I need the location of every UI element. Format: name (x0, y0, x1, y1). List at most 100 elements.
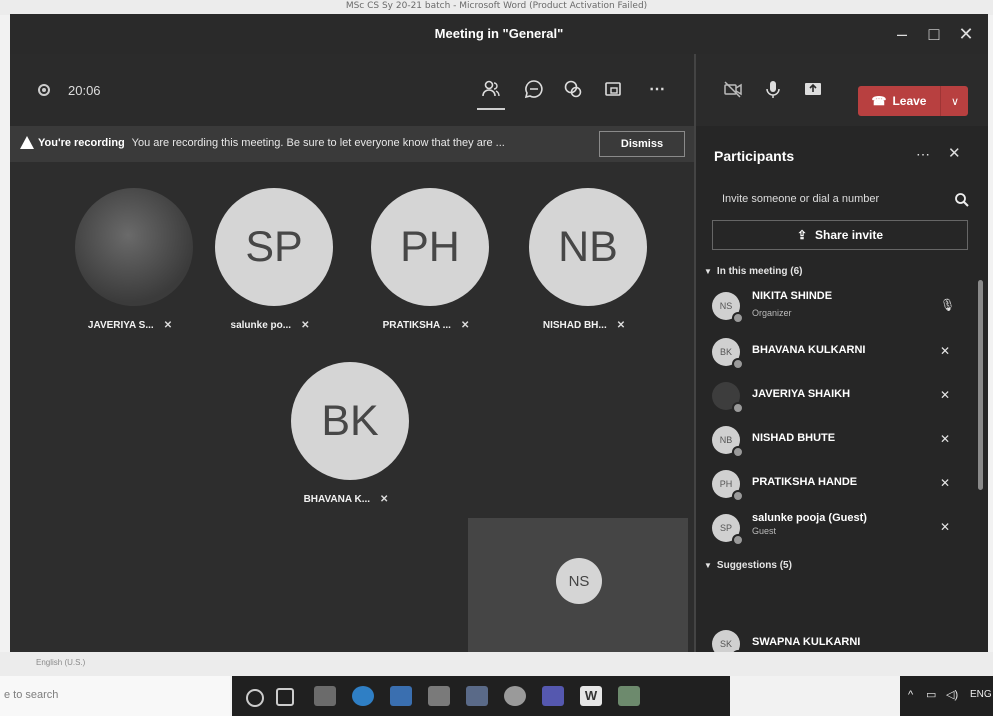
suggestions-header-text: Suggestions (5) (716, 560, 792, 571)
participant-tile[interactable]: BK BHAVANA K... ✕ (266, 346, 416, 505)
task-view-icon[interactable] (276, 688, 294, 706)
minimize-button[interactable]: – (886, 20, 918, 48)
share-tray-icon (805, 83, 821, 95)
tray-icons: ^ ▭ ◁) ENG (900, 676, 993, 716)
teams-icon[interactable] (542, 686, 564, 706)
participant-tile-name: BHAVANA K... ✕ (266, 494, 426, 505)
participant-row[interactable]: PH PRATIKSHA HANDE ✕ (712, 462, 972, 506)
dismiss-button[interactable]: Dismiss (599, 131, 685, 157)
participant-row[interactable]: NB NISHAD BHUTE ✕ (712, 418, 972, 462)
word-status-bar: English (U.S.) (0, 652, 993, 676)
participant-avatar: SK (712, 630, 740, 652)
in-meeting-header-text: In this meeting (6) (716, 266, 803, 277)
search-icon[interactable] (954, 192, 970, 208)
suggestion-row[interactable]: SK SWAPNA KULKARNI (712, 622, 972, 652)
participant-avatar: BK (291, 362, 409, 480)
share-invite-button[interactable]: ⇪ Share invite (712, 220, 968, 250)
presence-icon (732, 358, 744, 370)
leave-options-button[interactable]: ∨ (940, 86, 969, 116)
participant-name: PRATIKSHA HANDE (752, 476, 858, 488)
reactions-button[interactable] (556, 72, 590, 106)
collapse-chevron-icon: ▼ (704, 267, 712, 276)
windows-taskbar: e to search W ^ ▭ ◁) ENG (0, 676, 993, 716)
participant-row[interactable]: SP salunke pooja (Guest) Guest ✕ (712, 506, 972, 550)
participant-row[interactable]: JAVERIYA SHAIKH ✕ (712, 374, 972, 418)
close-panel-button[interactable]: ✕ (948, 144, 961, 162)
people-icon (482, 80, 500, 97)
edge-icon[interactable] (352, 686, 374, 706)
presence-icon (732, 446, 744, 458)
mic-off-icon: ✕ (616, 320, 626, 331)
language-indicator[interactable]: English (U.S.) (36, 658, 85, 667)
chevron-up-icon[interactable]: ^ (908, 689, 913, 701)
invite-input[interactable] (712, 184, 968, 214)
participant-tile[interactable]: NB NISHAD BH... ✕ (504, 172, 654, 331)
participants-panel-title: Participants (714, 148, 795, 164)
show-participants-button[interactable] (474, 72, 508, 106)
participant-row[interactable]: BK BHAVANA KULKARNI ✕ (712, 330, 972, 374)
hang-up-icon: ☎ (871, 94, 887, 108)
presence-icon (732, 490, 744, 502)
show-chat-button[interactable] (517, 72, 551, 106)
chat-icon (524, 80, 543, 99)
leave-button[interactable]: ☎ Leave (858, 86, 940, 116)
mic-off-icon: ✕ (940, 344, 951, 358)
participant-name: SWAPNA KULKARNI (752, 636, 861, 648)
chevron-down-icon: ∨ (950, 95, 960, 108)
self-avatar: NS (556, 558, 602, 604)
participant-row[interactable]: NS NIKITA SHINDE Organizer 🎙 (712, 284, 972, 328)
panel-more-options-button[interactable]: ⋯ (916, 146, 930, 163)
app-icon[interactable] (314, 686, 336, 706)
recording-banner: You're recording You are recording this … (10, 126, 694, 162)
camera-toggle-button[interactable] (716, 72, 750, 106)
in-meeting-section-header[interactable]: ▼ In this meeting (6) (704, 266, 802, 277)
mic-off-icon: ✕ (380, 494, 389, 505)
input-language[interactable]: ENG (970, 689, 992, 700)
volume-icon[interactable]: ◁) (946, 688, 958, 701)
word-icon[interactable]: W (580, 686, 602, 706)
participant-tile[interactable]: JAVERIYA S... ✕ (50, 172, 200, 331)
participant-avatar: NB (529, 188, 647, 306)
microphone-icon (766, 81, 780, 98)
network-icon[interactable]: ▭ (926, 688, 936, 701)
participant-name: salunke pooja (Guest) (752, 512, 867, 524)
participant-tile-name: NISHAD BH... ✕ (504, 320, 664, 331)
mail-icon[interactable] (466, 686, 488, 706)
warning-icon (20, 136, 34, 149)
store-icon[interactable] (428, 686, 450, 706)
mic-off-icon: ✕ (163, 320, 173, 331)
participant-tile-name: salunke po... ✕ (190, 320, 350, 331)
participant-tile[interactable]: PH PRATIKSHA ... ✕ (346, 172, 496, 331)
more-actions-button[interactable]: ⋯ (640, 72, 674, 106)
chrome-icon[interactable] (504, 686, 526, 706)
leave-label: Leave (892, 94, 927, 108)
taskbar-search[interactable]: e to search (0, 676, 230, 716)
meeting-title-bar: Meeting in "General" – □ ✕ (10, 14, 988, 54)
share-content-button[interactable] (796, 72, 830, 106)
leave-meeting-group: ☎ Leave ∨ (858, 86, 968, 116)
microphone-toggle-button[interactable] (756, 72, 790, 106)
participant-tile[interactable]: SP salunke po... ✕ (190, 172, 340, 331)
participant-name: NISHAD BHUTE (752, 432, 836, 444)
presence-icon (732, 534, 744, 546)
camera-off-icon (724, 81, 742, 98)
participants-panel: Participants ⋯ ✕ ⇪ Share invite ▼ In this… (696, 126, 988, 652)
cortana-icon[interactable] (246, 689, 264, 707)
self-view-tile[interactable]: NS (468, 518, 688, 652)
mic-off-icon: ✕ (940, 388, 951, 402)
close-window-button[interactable]: ✕ (950, 20, 982, 48)
mic-off-icon: ✕ (940, 432, 951, 446)
participant-name: NIKITA SHINDE (752, 290, 833, 302)
meeting-controls-bar: 20:06 ⋯ ☎ Leave ∨ (10, 54, 988, 126)
participant-name: BHAVANA KULKARNI (752, 344, 866, 356)
app-icon[interactable] (390, 686, 412, 706)
recording-indicator-icon (38, 84, 50, 96)
maximize-button[interactable]: □ (918, 20, 950, 48)
share-invite-label: Share invite (815, 228, 884, 242)
suggestions-section-header[interactable]: ▼ Suggestions (5) (704, 560, 792, 571)
panel-scrollbar[interactable] (978, 280, 983, 490)
app-icon[interactable] (618, 686, 640, 706)
breakout-rooms-button[interactable] (596, 72, 630, 106)
taskbar-apps: W (232, 676, 730, 716)
system-tray: ^ ▭ ◁) ENG (730, 676, 993, 716)
